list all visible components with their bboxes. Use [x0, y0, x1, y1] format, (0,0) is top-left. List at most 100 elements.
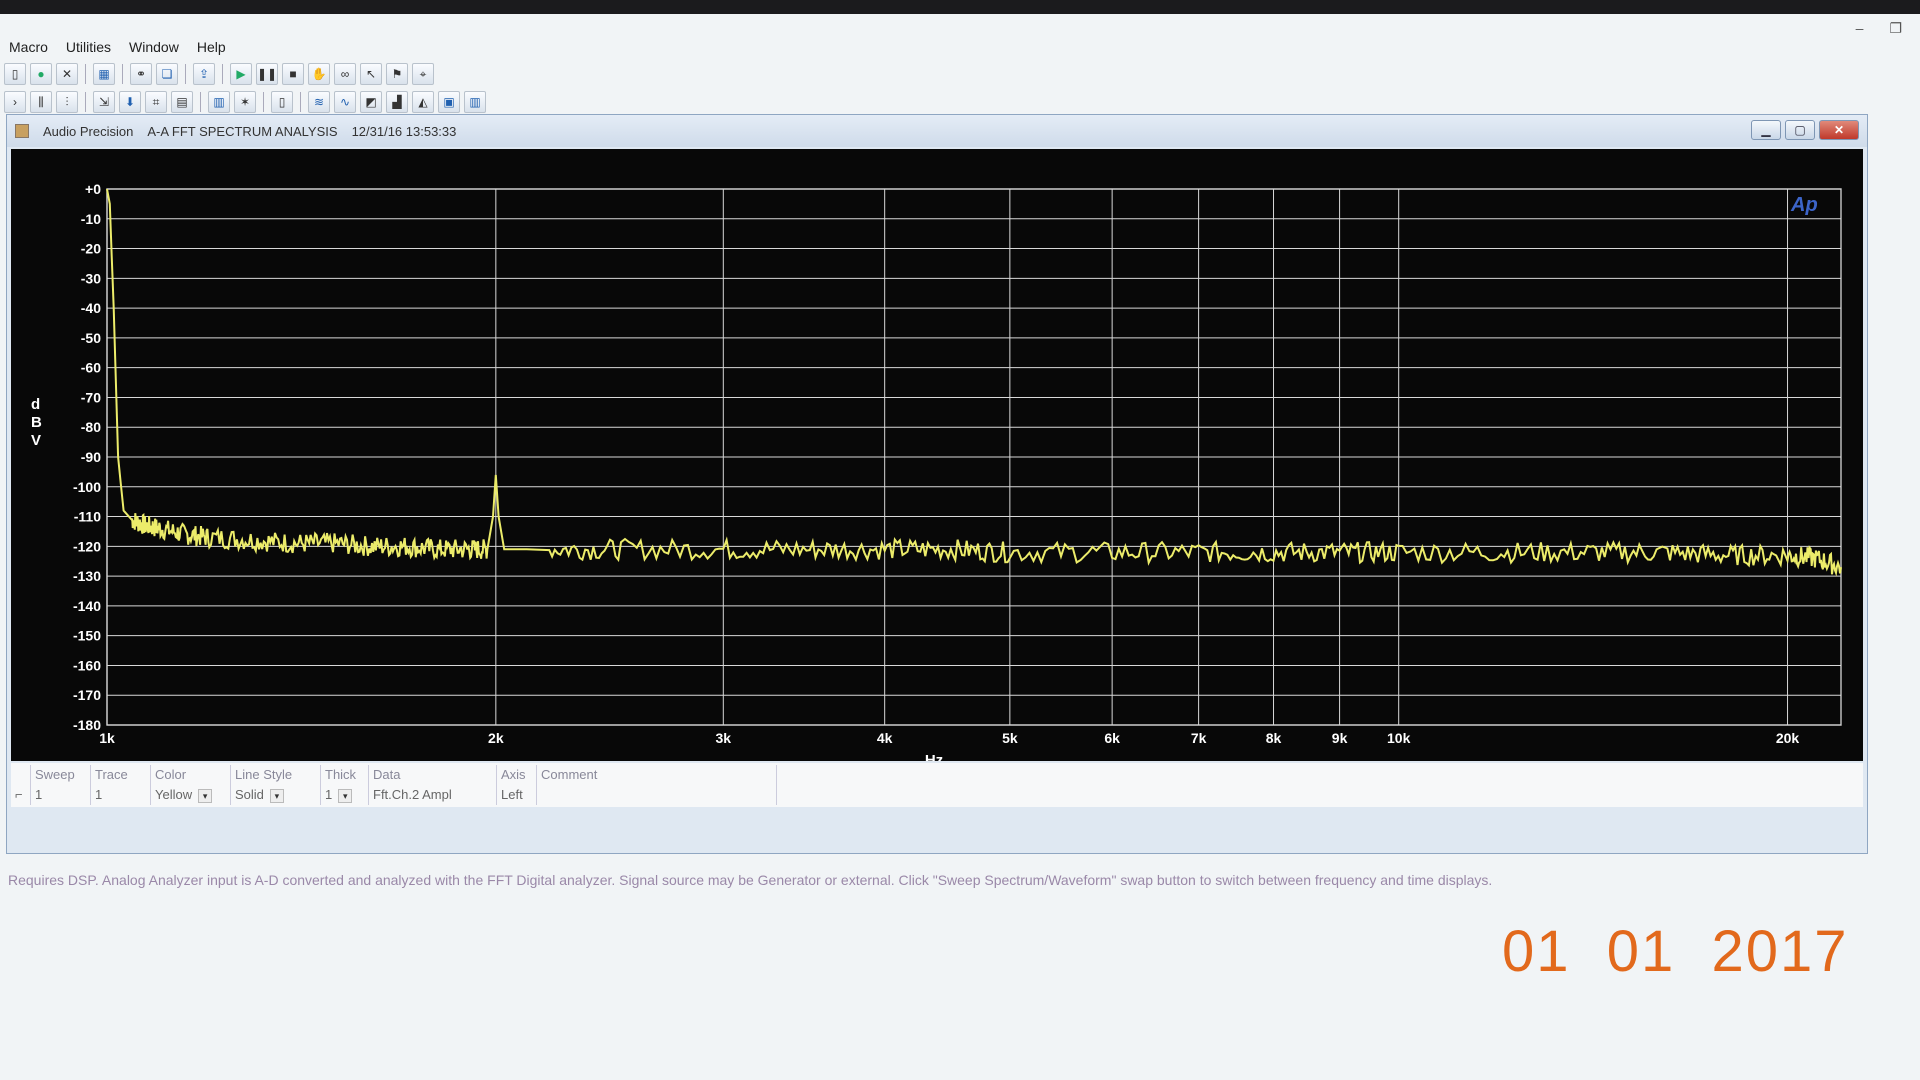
- menu-bar: Macro Utilities Window Help: [0, 34, 235, 60]
- stop-x-icon[interactable]: ✕: [56, 63, 78, 85]
- spectrum-icon[interactable]: ≋: [308, 91, 330, 113]
- y-tick-label: -70: [81, 389, 101, 405]
- waveform-icon[interactable]: ∿: [334, 91, 356, 113]
- glasses-icon[interactable]: ∞: [334, 63, 356, 85]
- bargraph-icon[interactable]: ▟: [386, 91, 408, 113]
- y-tick-label: -180: [73, 717, 101, 733]
- y-tick-label: -150: [73, 628, 101, 644]
- flag-icon[interactable]: ⚑: [386, 63, 408, 85]
- download-icon[interactable]: ⬇: [119, 91, 141, 113]
- pause-icon[interactable]: ❚❚: [256, 63, 278, 85]
- legend-header-color: Color: [151, 765, 231, 785]
- sweep-icon[interactable]: ✶: [234, 91, 256, 113]
- y-tick-label: -140: [73, 598, 101, 614]
- toolbar-separator: [185, 64, 186, 84]
- legend-thick-select[interactable]: 1 ▾: [321, 785, 369, 805]
- graph-timestamp: 12/31/16 13:53:33: [351, 123, 457, 139]
- legend-line-style-value: Solid: [235, 787, 264, 802]
- window-close-button[interactable]: ✕: [1819, 120, 1859, 140]
- cursor-icon[interactable]: ↖: [360, 63, 382, 85]
- export-icon[interactable]: ⇪: [193, 63, 215, 85]
- y-axis-label: dBV: [31, 396, 42, 449]
- legend-sweep-value: 1: [31, 785, 91, 805]
- restore-icon[interactable]: ❐: [1889, 20, 1902, 37]
- dropdown-arrow-icon[interactable]: ▾: [269, 788, 284, 803]
- ap-logo: Ap: [1790, 194, 1818, 216]
- toolbar-separator: [200, 92, 201, 112]
- x-tick-label: 2k: [488, 730, 504, 746]
- menu-window[interactable]: Window: [120, 39, 188, 55]
- x-tick-label: 3k: [716, 730, 732, 746]
- y-tick-label: -50: [81, 330, 101, 346]
- x-tick-label: 4k: [877, 730, 893, 746]
- legend-line-style-select[interactable]: Solid ▾: [231, 785, 321, 805]
- camera-date-stamp: 01 01 2017: [1502, 919, 1849, 984]
- meter-icon[interactable]: ⫶: [56, 91, 78, 113]
- top-dark-strip: [0, 0, 1920, 14]
- window-maximize-button[interactable]: ▢: [1785, 120, 1815, 140]
- page-icon[interactable]: ▯: [4, 63, 26, 85]
- legend-header-thick: Thick: [321, 765, 369, 785]
- marker-icon[interactable]: ⌖: [412, 63, 434, 85]
- window-minimize-button[interactable]: ▁: [1751, 120, 1781, 140]
- legend-header-trace: Trace: [91, 765, 151, 785]
- x-tick-label: 6k: [1104, 730, 1120, 746]
- scope-icon[interactable]: ◩: [360, 91, 382, 113]
- sheet-icon[interactable]: ▥: [464, 91, 486, 113]
- link-icon[interactable]: ⚭: [130, 63, 152, 85]
- dropdown-arrow-icon[interactable]: ▾: [338, 788, 353, 803]
- stop-icon[interactable]: ■: [282, 63, 304, 85]
- arrow-icon[interactable]: ›: [4, 91, 26, 113]
- legend-row-checkbox[interactable]: ⌐: [11, 785, 31, 805]
- legend-color-select[interactable]: Yellow ▾: [151, 785, 231, 805]
- y-tick-label: -130: [73, 568, 101, 584]
- y-tick-label: -160: [73, 657, 101, 673]
- y-axis-label-letter: d: [31, 396, 40, 413]
- go-green-icon[interactable]: ●: [30, 63, 52, 85]
- minimize-icon[interactable]: ‒: [1856, 20, 1864, 37]
- import-icon[interactable]: ⇲: [93, 91, 115, 113]
- graph-icon[interactable]: ⌗: [145, 91, 167, 113]
- x-tick-label: 9k: [1332, 730, 1348, 746]
- menu-macro[interactable]: Macro: [0, 39, 57, 55]
- legend-header-row: Sweep Trace Color Line Style Thick Data …: [11, 765, 1863, 785]
- legend-comment-value[interactable]: [537, 785, 777, 805]
- y-tick-label: -40: [81, 300, 101, 316]
- menu-help[interactable]: Help: [188, 39, 235, 55]
- y-tick-label: -100: [73, 479, 101, 495]
- y-axis-label-letter: V: [31, 432, 41, 449]
- graph-window-titlebar[interactable]: Audio Precision A-A FFT SPECTRUM ANALYSI…: [7, 115, 1867, 147]
- legend-axis-value[interactable]: Left: [497, 785, 537, 805]
- menu-utilities[interactable]: Utilities: [57, 39, 120, 55]
- legend-header-axis: Axis: [497, 765, 537, 785]
- hand-icon[interactable]: ✋: [308, 63, 330, 85]
- graph-title: A-A FFT SPECTRUM ANALYSIS: [147, 123, 338, 139]
- legend-header-comment: Comment: [537, 765, 777, 785]
- legend-thick-value: 1: [325, 787, 333, 802]
- monitor-icon[interactable]: ▣: [438, 91, 460, 113]
- legend-row[interactable]: ⌐ 1 1 Yellow ▾ Solid ▾ 1 ▾ Fft.Ch.2 Ampl Le…: [11, 785, 1863, 805]
- y-tick-label: +0: [85, 181, 101, 197]
- x-tick-label: 5k: [1002, 730, 1018, 746]
- chart-icon[interactable]: ▥: [208, 91, 230, 113]
- panel-icon[interactable]: ▦: [93, 63, 115, 85]
- analyzer-icon[interactable]: ◭: [412, 91, 434, 113]
- dropdown-arrow-icon[interactable]: ▾: [198, 788, 213, 803]
- y-tick-label: -90: [81, 449, 101, 465]
- y-tick-label: -120: [73, 538, 101, 554]
- x-tick-label: 1k: [99, 730, 115, 746]
- x-tick-label: 7k: [1191, 730, 1207, 746]
- table-icon[interactable]: ▤: [171, 91, 193, 113]
- y-tick-label: -20: [81, 241, 101, 257]
- y-tick-label: -80: [81, 419, 101, 435]
- legend-data-value[interactable]: Fft.Ch.2 Ampl: [369, 785, 497, 805]
- document-icon[interactable]: ▯: [271, 91, 293, 113]
- toolbar-separator: [263, 92, 264, 112]
- y-tick-label: -30: [81, 270, 101, 286]
- copy-icon[interactable]: ❏: [156, 63, 178, 85]
- legend-trace-value: 1: [91, 785, 151, 805]
- play-icon[interactable]: ▶: [230, 63, 252, 85]
- toolbar-separator: [122, 64, 123, 84]
- bars-icon[interactable]: ⫼: [30, 91, 52, 113]
- toolbar-primary: ▯ ● ✕ ▦ ⚭ ❏ ⇪ ▶ ❚❚ ■ ✋ ∞ ↖ ⚑ ⌖: [0, 60, 460, 88]
